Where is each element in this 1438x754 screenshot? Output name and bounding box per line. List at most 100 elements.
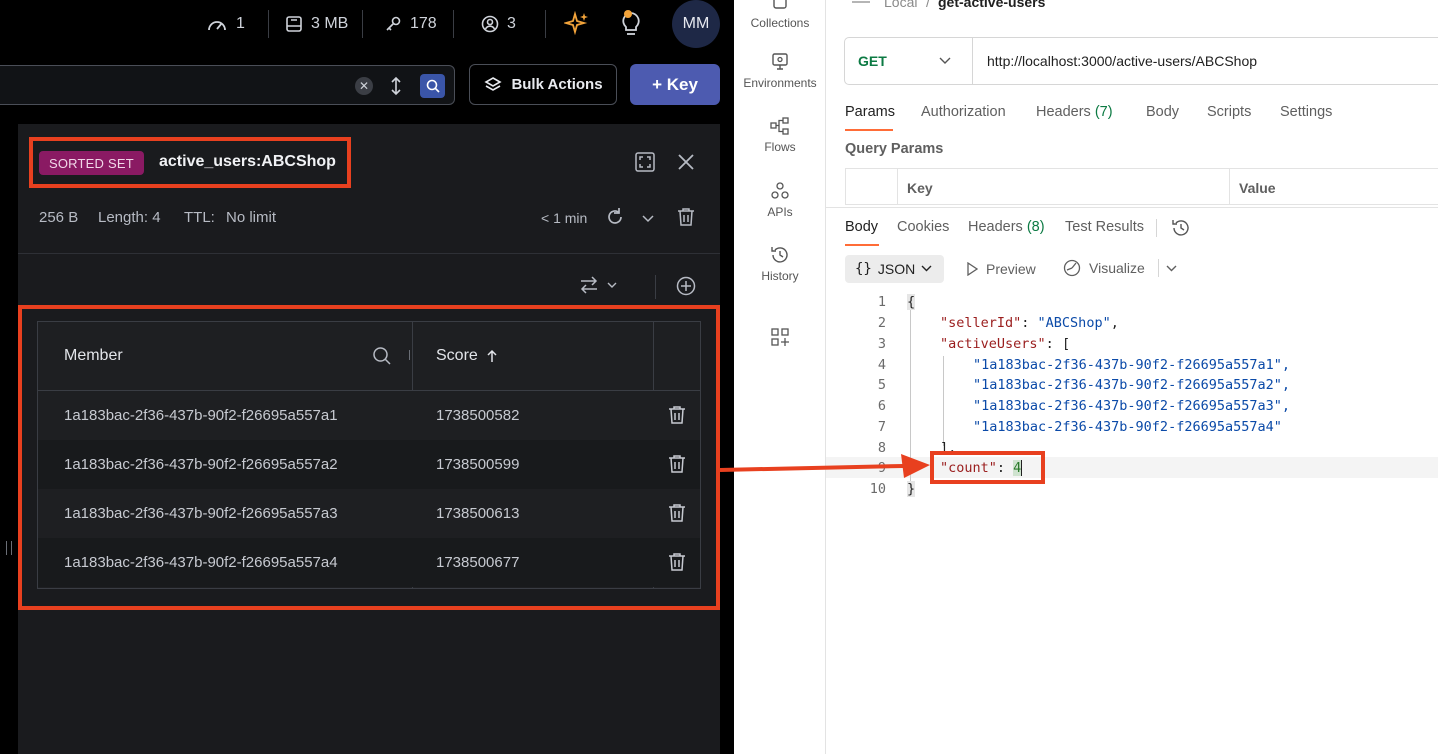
- line-number: 1: [877, 294, 886, 310]
- annotation-arrow: [719, 454, 930, 478]
- json-string: "1a183bac-2f36-437b-90f2-f26695a557a4": [973, 419, 1282, 435]
- key-search-input[interactable]: ✕: [0, 65, 455, 105]
- refresh-icon[interactable]: [605, 207, 625, 227]
- request-area: Local / get-active-users GET http://loca…: [826, 0, 1438, 754]
- chevron-down-icon[interactable]: [642, 215, 654, 223]
- response-tab-test-results[interactable]: Test Results: [1065, 219, 1144, 235]
- resize-vertical-icon[interactable]: [388, 76, 404, 96]
- screen: 1 3 MB 178 3 MM ✕ Bulk Actions + Key SOR…: [0, 0, 1438, 754]
- sidebar-label: Flows: [764, 140, 796, 154]
- add-key-button[interactable]: + Key: [630, 64, 720, 105]
- tab-scripts[interactable]: Scripts: [1207, 104, 1251, 120]
- tab-settings[interactable]: Settings: [1280, 104, 1332, 120]
- chevron-down-icon[interactable]: [939, 57, 951, 65]
- history-icon: [771, 247, 788, 263]
- sidebar-item-environments[interactable]: Environments: [734, 52, 826, 90]
- json-string: "1a183bac-2f36-437b-90f2-f26695a557a2",: [973, 377, 1290, 393]
- sidebar-item-collections[interactable]: Collections: [734, 0, 826, 30]
- tab-label: Headers: [1036, 104, 1091, 120]
- sidebar-label: Environments: [743, 76, 817, 90]
- tab-headers[interactable]: Headers (7): [1036, 104, 1113, 120]
- lightbulb-icon[interactable]: [618, 8, 644, 38]
- layers-icon: [484, 76, 503, 91]
- flows-icon: [770, 117, 789, 135]
- breadcrumb-separator: /: [926, 0, 930, 10]
- preview-button[interactable]: Preview: [966, 261, 1036, 277]
- gauge-icon: [208, 21, 226, 31]
- chevron-down-icon[interactable]: [607, 282, 617, 289]
- divider: [545, 10, 546, 38]
- postman-window: Collections Environments Flows APIs Hist…: [734, 0, 1438, 754]
- configure-sidebar-icon[interactable]: [771, 328, 789, 346]
- code-brace: {: [907, 294, 916, 310]
- sidebar-item-flows[interactable]: Flows: [734, 116, 826, 154]
- response-tab-headers[interactable]: Headers (8): [968, 219, 1045, 235]
- environments-icon: [772, 53, 788, 70]
- format-select[interactable]: {} JSON: [845, 255, 944, 283]
- response-tab-cookies[interactable]: Cookies: [897, 219, 949, 235]
- code-line: "sellerId": "ABCShop",: [940, 315, 1119, 331]
- json-string: "1a183bac-2f36-437b-90f2-f26695a557a1",: [973, 357, 1290, 373]
- json-array-item: "1a183bac-2f36-437b-90f2-f26695a557a2": [973, 377, 1282, 393]
- ops-stat[interactable]: 1: [206, 12, 245, 36]
- sparkle-icon[interactable]: [564, 11, 590, 37]
- url-input[interactable]: http://localhost:3000/active-users/ABCSh…: [987, 53, 1257, 69]
- http-icon: [852, 1, 870, 3]
- highlight-key-name: [29, 137, 351, 188]
- visualize-button[interactable]: Visualize: [1063, 259, 1145, 277]
- close-icon[interactable]: [677, 153, 695, 171]
- visualize-icon: [1063, 259, 1081, 277]
- tab-body[interactable]: Body: [1146, 104, 1179, 120]
- bulk-actions-button[interactable]: Bulk Actions: [469, 64, 617, 105]
- request-name[interactable]: get-active-users: [938, 0, 1045, 10]
- clients-stat[interactable]: 3: [481, 12, 516, 36]
- tab-authorization[interactable]: Authorization: [921, 104, 1006, 120]
- divider: [453, 10, 454, 38]
- line-number: 6: [877, 398, 886, 414]
- tab-params[interactable]: Params: [845, 104, 895, 120]
- json-string: "1a183bac-2f36-437b-90f2-f26695a557a3",: [973, 398, 1290, 414]
- method-select[interactable]: GET: [858, 53, 887, 69]
- visualize-label: Visualize: [1089, 260, 1145, 276]
- breadcrumb-workspace[interactable]: Local: [884, 0, 917, 10]
- keys-stat[interactable]: 178: [384, 12, 437, 36]
- line-number: 10: [869, 481, 886, 497]
- avatar[interactable]: MM: [672, 0, 720, 48]
- response-tab-body[interactable]: Body: [845, 219, 878, 235]
- search-icon: [426, 79, 440, 93]
- headers-count: (8): [1026, 219, 1045, 235]
- format-label: JSON: [877, 261, 916, 277]
- collections-icon: [773, 0, 787, 9]
- json-array-item: "1a183bac-2f36-437b-90f2-f26695a557a3": [973, 398, 1282, 414]
- sidebar-item-history[interactable]: History: [734, 245, 826, 283]
- tab-label: Headers: [968, 219, 1023, 235]
- divider: [1156, 219, 1157, 237]
- headers-count: (7): [1094, 104, 1113, 120]
- divider: [826, 207, 1438, 208]
- active-tab-indicator: [845, 244, 879, 246]
- sidebar-label: APIs: [767, 205, 793, 219]
- history-icon[interactable]: [1171, 218, 1191, 238]
- delete-key-icon[interactable]: [677, 207, 695, 227]
- user-circle-icon: [481, 15, 499, 33]
- json-string: "ABCShop": [1037, 315, 1111, 331]
- sidebar-label: Collections: [750, 16, 810, 30]
- sidebar-item-apis[interactable]: APIs: [734, 181, 826, 219]
- line-number: 2: [877, 315, 886, 331]
- code-brace: }: [907, 481, 916, 497]
- query-params-table: Key Value: [845, 168, 1438, 205]
- panel-resize-handle[interactable]: [6, 541, 12, 555]
- fullscreen-icon[interactable]: [635, 152, 655, 172]
- line-number: 3: [877, 336, 886, 352]
- chevron-down-icon[interactable]: [1166, 265, 1177, 273]
- divider: [1158, 259, 1159, 277]
- swap-icon[interactable]: [579, 276, 599, 294]
- divider: [655, 275, 656, 299]
- memory-stat[interactable]: 3 MB: [285, 12, 348, 36]
- key-icon: [386, 16, 401, 31]
- divider: [268, 10, 269, 38]
- search-button[interactable]: [420, 74, 445, 98]
- ttl-value[interactable]: No limit: [226, 209, 276, 226]
- clear-icon[interactable]: ✕: [355, 77, 373, 95]
- add-member-icon[interactable]: [676, 276, 696, 296]
